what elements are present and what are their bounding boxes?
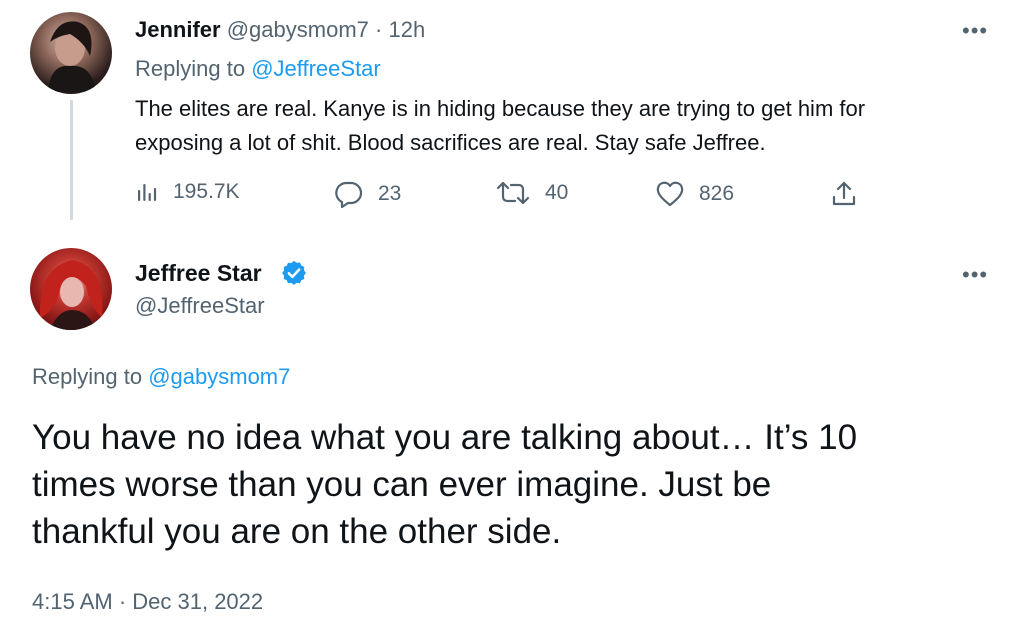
timestamp-text: 4:15 AM · Dec 31, 2022	[32, 589, 264, 614]
replying-to-handle[interactable]: @JeffreeStar	[251, 56, 381, 81]
separator-dot: ·	[375, 17, 383, 42]
tweet-timestamp[interactable]: 4:15 AM · Dec 31, 2022	[32, 588, 263, 616]
avatar-jennifer[interactable]	[30, 12, 112, 94]
retweet-count: 40	[545, 181, 569, 204]
replying-to-label: Replying to	[135, 56, 246, 81]
share-icon	[830, 181, 858, 212]
more-icon: •••	[962, 18, 989, 43]
author-handle[interactable]: @JeffreeStar	[135, 292, 265, 320]
tweet-text-line: times worse than you can ever imagine. J…	[32, 465, 772, 504]
reply-count: 23	[378, 182, 402, 205]
retweet-icon	[495, 180, 531, 206]
like-icon	[655, 180, 685, 208]
tweet-time[interactable]: 12h	[388, 17, 425, 42]
tweet-text-line: thankful you are on the other side.	[32, 512, 562, 551]
replying-to-handle[interactable]: @gabysmom7	[148, 364, 290, 389]
author-name[interactable]: Jennifer	[135, 17, 221, 42]
retweet-action[interactable]: 40	[495, 180, 568, 206]
replying-to-label: Replying to	[32, 364, 143, 389]
more-icon: •••	[962, 262, 989, 287]
author-handle[interactable]: @gabysmom7	[227, 17, 369, 42]
replying-to-line: Replying to @gabysmom7	[32, 363, 290, 391]
main-tweet-text: You have no idea what you are talking ab…	[32, 414, 857, 555]
views-action[interactable]: 195.7K	[135, 180, 240, 204]
replying-to-line: Replying to @JeffreeStar	[135, 55, 381, 83]
author-name[interactable]: Jeffree Star	[135, 258, 262, 288]
reply-tweet-header: Jennifer @gabysmom7 · 12h	[135, 16, 425, 44]
tweet-text-line: exposing a lot of shit. Blood sacrifices…	[135, 130, 766, 155]
views-count: 195.7K	[173, 180, 240, 203]
thread-connector-line	[70, 100, 73, 220]
author-name-text: Jeffree Star	[135, 260, 262, 286]
avatar-jeffree-star[interactable]	[30, 248, 112, 330]
reply-action[interactable]: 23	[334, 180, 401, 208]
reply-icon	[334, 180, 364, 208]
like-action[interactable]: 826	[655, 180, 734, 208]
more-options-button[interactable]: •••	[962, 20, 988, 42]
tweet-text-line: You have no idea what you are talking ab…	[32, 418, 858, 457]
author-handle-text: @JeffreeStar	[135, 293, 265, 318]
like-count: 826	[699, 182, 735, 205]
more-options-button[interactable]: •••	[962, 264, 988, 286]
analytics-icon	[135, 180, 159, 204]
verified-badge-icon[interactable]	[280, 259, 308, 292]
share-button[interactable]	[830, 180, 858, 213]
reply-tweet-text: The elites are real. Kanye is in hiding …	[135, 92, 865, 160]
tweet-text-line: The elites are real. Kanye is in hiding …	[135, 96, 866, 121]
